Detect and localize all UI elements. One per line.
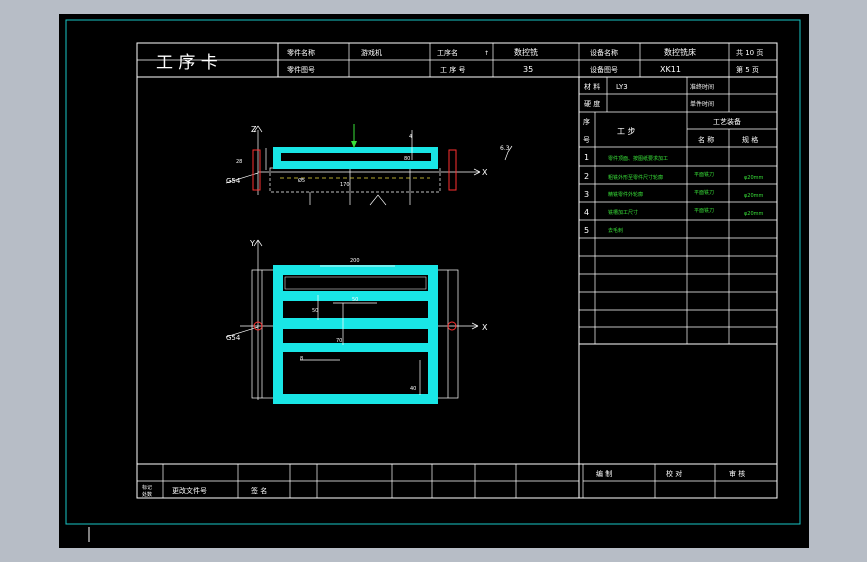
signature-label: 签 名 [251, 486, 267, 495]
dim-bottom-3: 70 [336, 338, 342, 344]
count-label: 处数 [142, 491, 152, 498]
step-2-no: 2 [584, 172, 589, 181]
page-number: 第 5 页 [736, 65, 759, 74]
step-2-tool: 平面铣刀 [694, 171, 714, 178]
step-1-no: 1 [584, 153, 589, 162]
step-4-tool: 平面铣刀 [694, 207, 714, 214]
dim-bottom-5: 50 [312, 308, 318, 314]
card-title: 工 序 卡 [156, 53, 218, 73]
equip-name-label: 设备名称 [590, 48, 618, 57]
equip-no-value: XK11 [660, 65, 681, 74]
drafted-label: 编 制 [596, 469, 612, 478]
step-5-no: 5 [584, 226, 589, 235]
part-name-value: 游戏机 [361, 48, 382, 57]
axis-z-label: Z [251, 125, 257, 134]
total-pages: 共 10 页 [736, 48, 763, 57]
axis-x-bottom-label: X [482, 323, 488, 332]
process-name-value: 数控铣 [514, 47, 538, 57]
dim-top-2: 170 [340, 182, 350, 188]
part-plan [273, 265, 438, 404]
hardness-label: 硬 度 [584, 99, 600, 108]
step-3-tool: 平面铣刀 [694, 189, 714, 196]
step-3-desc: 精铣零件外轮廓 [608, 191, 643, 198]
step-4-spec: φ20mm [744, 211, 764, 217]
mark-label: 标记 [142, 484, 152, 491]
equip-group-label: 工艺装备 [713, 117, 741, 126]
axis-x-top-label: X [482, 168, 488, 177]
datum-g54-top: G54 [226, 177, 241, 185]
unit-time-label: 单件时间 [690, 100, 714, 108]
change-doc-label: 更改文件号 [172, 486, 207, 495]
dim-bottom-6: 40 [410, 386, 416, 392]
step-1-desc: 零件顶面、按图纸要求加工 [608, 155, 668, 162]
step-label: 工 步 [617, 127, 636, 136]
step-3-no: 3 [584, 190, 589, 199]
process-name-label: 工序名 [437, 48, 458, 57]
equip-no-label: 设备图号 [590, 65, 618, 74]
dim-bottom-4: 8 [300, 356, 303, 362]
step-2-desc: 粗铣外形至零件尺寸轮廓 [608, 174, 663, 181]
dim-bottom-2: 50 [352, 297, 358, 303]
step-5-desc: 去毛刺 [608, 227, 623, 234]
part-name-label: 零件名称 [287, 48, 315, 57]
part-no-label: 零件图号 [287, 65, 315, 74]
dim-top-3: 80 [404, 156, 410, 162]
no-label: 号 [583, 136, 590, 144]
roughness-mark: 6.3 [500, 145, 510, 152]
step-3-spec: φ20mm [744, 193, 764, 199]
checked-label: 校 对 [666, 469, 682, 478]
prep-time-label: 准终时间 [690, 83, 714, 91]
dim-top-4: Ø5 [298, 177, 305, 184]
material-label: 材 料 [584, 82, 600, 91]
equip-name-value: 数控铣床 [664, 47, 696, 57]
dim-top-5: 4 [409, 134, 412, 140]
material-value: LY3 [616, 83, 628, 91]
step-2-spec: φ20mm [744, 175, 764, 181]
process-name-mark: ↑ [484, 50, 489, 57]
reviewed-label: 审 核 [729, 469, 745, 478]
process-no-label: 工 序 号 [440, 65, 465, 74]
dim-bottom-1: 200 [350, 258, 360, 264]
tool-name-label: 名 称 [698, 135, 714, 144]
seq-label: 序 [583, 117, 590, 126]
dim-top-1: 28 [236, 159, 242, 165]
step-4-no: 4 [584, 208, 589, 217]
axis-y-label: Y [249, 239, 255, 248]
tool-spec-label: 规 格 [742, 135, 758, 144]
datum-g54-bottom: G54 [226, 334, 241, 342]
process-no-value: 35 [523, 65, 533, 74]
step-4-desc: 铣槽加工尺寸 [608, 209, 638, 216]
